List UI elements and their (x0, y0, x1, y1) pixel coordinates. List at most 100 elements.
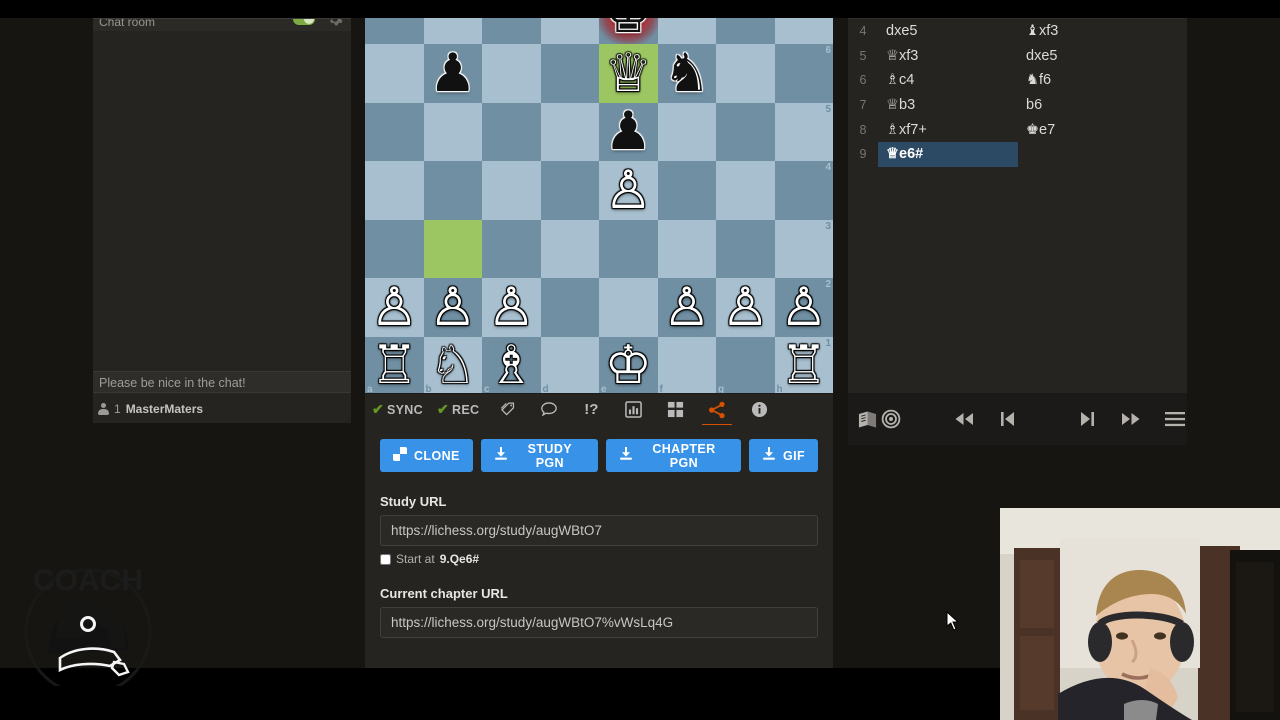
board-square-f3[interactable] (657, 219, 716, 278)
white-pawn[interactable]: ♙ (424, 278, 483, 337)
board-square-g3[interactable] (716, 219, 775, 278)
chart-icon[interactable] (612, 394, 654, 426)
white-pawn[interactable]: ♙ (482, 278, 541, 337)
board-square-d6[interactable] (540, 44, 599, 103)
gif-button[interactable]: GIF (748, 439, 818, 472)
board-square-h5[interactable]: 5 (774, 102, 833, 161)
white-pawn[interactable]: ♙ (365, 278, 424, 337)
study-url-input[interactable] (380, 515, 818, 546)
glyphs-icon[interactable]: !? (570, 394, 612, 426)
board-square-c2[interactable]: ♙ (482, 278, 541, 337)
board-square-d4[interactable] (540, 161, 599, 220)
white-pawn[interactable]: ♙ (775, 278, 834, 337)
board-square-a1[interactable]: ♖ a (365, 336, 424, 393)
board-square-e4[interactable]: ♙ (599, 161, 658, 220)
move-white[interactable]: ♕b3 (878, 93, 1018, 118)
comment-icon[interactable] (528, 394, 570, 426)
board-square-b6[interactable]: ♟ (423, 44, 483, 103)
board-square-f1[interactable]: f (657, 336, 716, 393)
clone-button[interactable]: CLONE (380, 439, 473, 472)
previous-move-button[interactable] (991, 409, 1025, 429)
board-square-a5[interactable] (365, 102, 424, 161)
tags-icon[interactable] (486, 394, 528, 426)
sync-toggle[interactable]: ✔ SYNC (365, 394, 430, 426)
board-square-c4[interactable] (482, 161, 541, 220)
board-square-h1[interactable]: ♖ 1 h (774, 336, 834, 394)
next-move-button[interactable] (1070, 409, 1104, 429)
board-square-e2[interactable] (599, 278, 658, 337)
chat-toggle-switch[interactable] (293, 19, 315, 25)
board-square-g1[interactable]: g (716, 336, 775, 393)
board-square-b5[interactable] (423, 102, 482, 161)
white-knight[interactable]: ♘ (424, 337, 483, 394)
chessboard[interactable]: ♜♜♝♝♜8♚7♟♕♞6♟5♙43♙♙♙♙♙♙2♖a♘b♗cd♔efg♖1h (365, 18, 833, 393)
board-square-h7[interactable]: 7 (774, 18, 833, 44)
chapter-url-input[interactable] (380, 607, 818, 638)
board-square-a2[interactable]: ♙ (365, 278, 424, 337)
board-square-e6[interactable]: ♕ (599, 44, 658, 103)
black-knight[interactable]: ♞ (658, 44, 717, 103)
board-square-b4[interactable] (423, 161, 482, 220)
board-square-c7[interactable] (482, 18, 541, 44)
board-square-c5[interactable] (482, 102, 541, 161)
move-list[interactable]: 4 dxe5 ♝xf3 5 ♕xf3 dxe5 6 ♗c4 ♞f6 7 ♕b3 b6 8 ♗xf7+ ♚e7… (848, 18, 1187, 393)
white-rook[interactable]: ♖ (775, 337, 834, 394)
board-square-b7[interactable] (423, 18, 482, 44)
gear-icon[interactable] (327, 19, 343, 27)
info-icon[interactable] (738, 394, 780, 426)
move-black[interactable]: b6 (1018, 93, 1158, 118)
board-square-f6[interactable]: ♞ (657, 44, 717, 103)
share-icon[interactable] (696, 394, 738, 426)
board-square-a4[interactable] (365, 161, 424, 220)
start-at-checkbox-row[interactable]: Start at 9.Qe6# (380, 552, 818, 566)
study-pgn-button[interactable]: STUDY PGN (480, 439, 598, 472)
opening-explorer-icon[interactable] (856, 410, 879, 429)
board-square-f2[interactable]: ♙ (657, 278, 717, 337)
move-black[interactable]: ♞f6 (1018, 68, 1158, 93)
start-at-checkbox[interactable] (380, 553, 391, 565)
board-square-d7[interactable] (540, 18, 599, 44)
board-square-e7[interactable]: ♚ (599, 18, 658, 44)
board-square-e1[interactable]: ♔ e (599, 336, 658, 394)
board-square-g6[interactable] (716, 44, 775, 103)
board-square-f7[interactable] (657, 18, 716, 44)
move-white[interactable]: ♕e6# (878, 141, 1018, 167)
board-square-d2[interactable] (540, 278, 599, 337)
board-square-a6[interactable] (365, 44, 424, 103)
menu-button[interactable] (1162, 411, 1187, 427)
black-king[interactable]: ♚ (599, 18, 658, 44)
multiboard-icon[interactable] (654, 394, 696, 426)
board-square-g7[interactable] (716, 18, 775, 44)
move-white[interactable]: ♗c4 (878, 68, 1018, 93)
move-black[interactable]: ♚e7 (1018, 117, 1158, 142)
black-pawn[interactable]: ♟ (424, 44, 483, 103)
board-square-c6[interactable] (482, 44, 541, 103)
board-square-b3[interactable] (423, 219, 482, 278)
board-square-h6[interactable]: 6 (774, 44, 833, 103)
move-black[interactable]: ♝xf3 (1018, 19, 1158, 44)
board-square-e5[interactable]: ♟ (599, 102, 658, 161)
board-square-f4[interactable] (657, 161, 716, 220)
board-square-b2[interactable]: ♙ (423, 278, 483, 337)
white-pawn[interactable]: ♙ (599, 161, 658, 220)
board-square-d1[interactable]: d (540, 336, 599, 393)
practice-target-icon[interactable] (879, 409, 902, 429)
first-move-button[interactable] (947, 410, 981, 428)
white-king[interactable]: ♔ (599, 337, 658, 394)
white-pawn[interactable]: ♙ (658, 278, 717, 337)
board-square-g5[interactable] (716, 102, 775, 161)
move-white[interactable]: dxe5 (878, 19, 1018, 44)
chat-input[interactable]: Please be nice in the chat! (93, 371, 351, 393)
board-square-f5[interactable] (657, 102, 716, 161)
board-square-h3[interactable]: 3 (774, 219, 833, 278)
board-square-d3[interactable] (540, 219, 599, 278)
white-queen[interactable]: ♕ (599, 44, 658, 103)
move-black[interactable]: dxe5 (1018, 44, 1158, 69)
move-white[interactable]: ♗xf7+ (878, 117, 1018, 142)
board-square-g4[interactable] (716, 161, 775, 220)
board-square-h4[interactable]: 4 (774, 161, 833, 220)
board-square-b1[interactable]: ♘ b (423, 336, 483, 394)
board-square-h2[interactable]: ♙ 2 (774, 278, 834, 337)
rec-toggle[interactable]: ✔ REC (430, 394, 486, 426)
chapter-pgn-button[interactable]: CHAPTER PGN (605, 439, 741, 472)
